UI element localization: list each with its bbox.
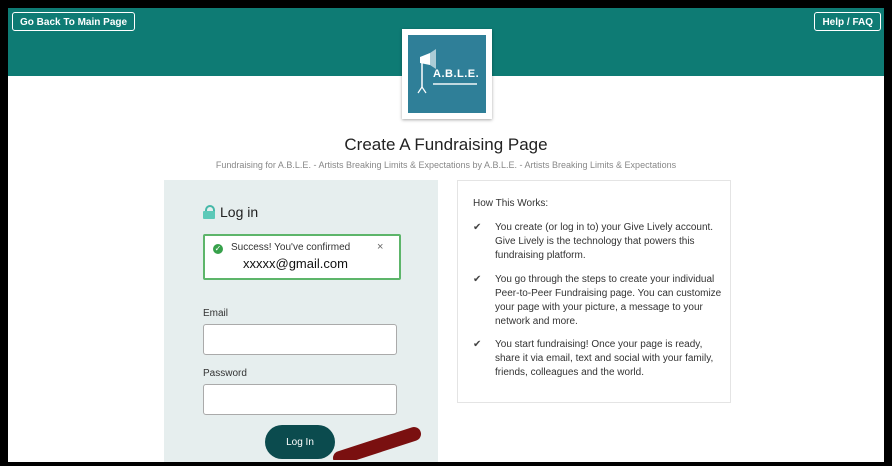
- list-item-text: You create (or log in to) your Give Live…: [495, 222, 714, 261]
- list-item-text: You start fundraising! Once your page is…: [495, 339, 714, 378]
- checkmark-icon: ✔: [473, 222, 482, 233]
- alert-email: xxxxx@gmail.com: [243, 256, 348, 271]
- close-icon[interactable]: ×: [377, 241, 383, 253]
- arrow-annotation-icon: [333, 427, 421, 460]
- logo-tagline: [433, 83, 477, 85]
- email-field[interactable]: [203, 324, 397, 355]
- page-title: Create A Fundraising Page: [344, 135, 548, 154]
- browser-viewport: Go Back To Main Page Help / FAQ A.B.L.E.…: [8, 8, 884, 462]
- check-circle-icon: ✓: [213, 244, 223, 254]
- alert-message: Success! You've confirmed: [231, 242, 351, 253]
- organization-logo: A.B.L.E.: [402, 29, 492, 119]
- list-item-text: You go through the steps to create your …: [495, 274, 722, 327]
- how-it-works-panel: How This Works: ✔ You create (or log in …: [457, 180, 731, 403]
- login-panel: Log in ✓ Success! You've confirmed xxxxx…: [164, 180, 438, 462]
- list-item: ✔ You create (or log in to) your Give Li…: [473, 221, 723, 263]
- login-heading: Log in: [203, 204, 258, 220]
- success-alert: ✓ Success! You've confirmed xxxxx@gmail.…: [203, 234, 401, 280]
- page-subtitle: Fundraising for A.B.L.E. - Artists Break…: [215, 160, 677, 170]
- lock-icon: [203, 205, 215, 219]
- back-to-main-button[interactable]: Go Back To Main Page: [12, 12, 136, 31]
- password-field[interactable]: [203, 384, 397, 415]
- able-logo-icon: A.B.L.E.: [408, 35, 486, 113]
- checkmark-icon: ✔: [473, 339, 482, 350]
- help-faq-button[interactable]: Help / FAQ: [814, 12, 881, 31]
- checkmark-icon: ✔: [473, 274, 482, 285]
- email-label: Email: [203, 308, 229, 319]
- password-label: Password: [203, 368, 247, 379]
- login-heading-text: Log in: [220, 204, 259, 220]
- login-button[interactable]: Log In: [265, 425, 335, 459]
- list-item: ✔ You go through the steps to create you…: [473, 273, 723, 329]
- list-item: ✔ You start fundraising! Once your page …: [473, 338, 723, 380]
- how-title: How This Works:: [473, 198, 549, 209]
- logo-text: A.B.L.E.: [433, 68, 480, 80]
